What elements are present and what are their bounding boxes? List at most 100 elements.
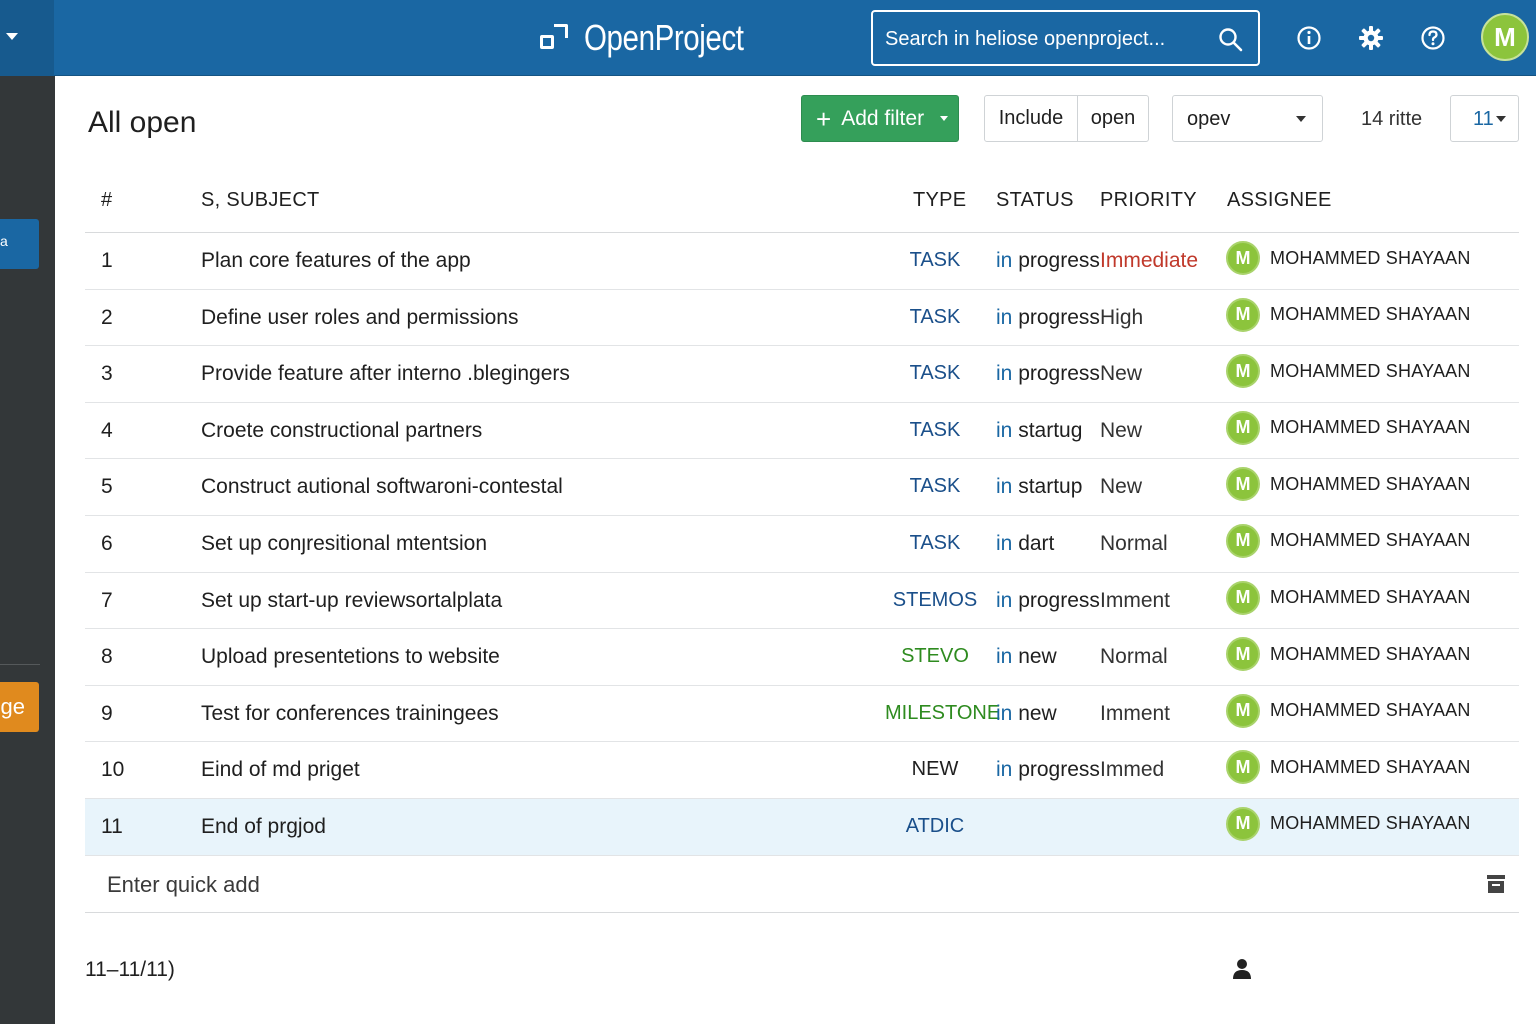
header-type[interactable]: TYPE xyxy=(913,189,966,212)
row-priority[interactable]: Imment xyxy=(1100,589,1170,613)
row-status[interactable]: in progress xyxy=(996,589,1100,613)
row-status[interactable]: in new xyxy=(996,702,1057,726)
row-status[interactable]: in startup xyxy=(996,475,1082,499)
table-row[interactable]: 7 Set up start-up reviewsortalplata STEMOS… xyxy=(85,573,1519,630)
search-icon[interactable] xyxy=(1218,27,1244,53)
row-subject[interactable]: Test for conferences trainingees xyxy=(201,702,499,726)
row-assignee[interactable]: M MOHAMMED SHAYAAN xyxy=(1226,354,1471,389)
row-id[interactable]: 7 xyxy=(101,589,113,613)
row-subject[interactable]: Set up conȷresitional mtentsion xyxy=(201,532,487,556)
header-status[interactable]: STATUS xyxy=(996,189,1074,212)
table-row[interactable]: 2 Define user roles and permissions TASK in… xyxy=(85,290,1519,347)
row-id[interactable]: 10 xyxy=(101,758,124,782)
row-id[interactable]: 11 xyxy=(101,815,123,839)
row-subject[interactable]: Plan core features of the app xyxy=(201,249,471,273)
row-type: STEMOS xyxy=(892,588,978,611)
header-priority[interactable]: PRIORITY xyxy=(1100,189,1197,212)
row-status[interactable]: in progress xyxy=(996,306,1100,330)
row-id[interactable]: 2 xyxy=(101,306,113,330)
sidebar-orange-button[interactable]: ge xyxy=(0,682,39,732)
per-page-select[interactable]: 11 xyxy=(1450,95,1519,142)
row-subject[interactable]: Upload presentetions to website xyxy=(201,645,500,669)
row-assignee[interactable]: M MOHAMMED SHAYAAN xyxy=(1226,467,1471,502)
archive-icon[interactable] xyxy=(1487,874,1505,894)
user-icon[interactable] xyxy=(1232,958,1252,980)
row-priority[interactable]: Immediate xyxy=(1100,249,1198,273)
gear-icon[interactable] xyxy=(1357,24,1385,52)
row-assignee[interactable]: M MOHAMMED SHAYAAN xyxy=(1226,693,1471,728)
row-priority[interactable]: New xyxy=(1100,419,1142,443)
row-subject[interactable]: Eind of md priget xyxy=(201,758,360,782)
row-id[interactable]: 3 xyxy=(101,362,113,386)
help-icon[interactable] xyxy=(1419,24,1447,52)
table-row[interactable]: 5 Construct autional softwaroni-contestal… xyxy=(85,459,1519,516)
assignee-name: MOHAMMED SHAYAAN xyxy=(1270,360,1471,381)
row-subject[interactable]: End of prgjod xyxy=(201,815,326,839)
sidebar-primary-button[interactable]: a xyxy=(0,219,39,269)
row-assignee[interactable]: M MOHAMMED SHAYAAN xyxy=(1226,750,1471,785)
row-status[interactable]: in progress xyxy=(996,362,1100,386)
info-icon[interactable] xyxy=(1295,24,1323,52)
row-type: STEVO xyxy=(901,645,969,668)
row-status[interactable]: in new xyxy=(996,645,1057,669)
quick-add-row[interactable]: Enter quick add xyxy=(85,856,1519,913)
row-priority[interactable]: Normal xyxy=(1100,532,1168,556)
header-subject[interactable]: S, SUBJECT xyxy=(201,189,320,212)
row-assignee[interactable]: M MOHAMMED SHAYAAN xyxy=(1226,297,1471,332)
status-select[interactable]: opev xyxy=(1172,95,1323,142)
include-filter-group[interactable]: Include open xyxy=(984,95,1149,142)
row-priority[interactable]: New xyxy=(1100,475,1142,499)
table-row[interactable]: 3 Provide feature after interno .bleginge… xyxy=(85,346,1519,403)
row-id[interactable]: 5 xyxy=(101,475,113,499)
table-row[interactable]: 10 Eind of md priget NEW in progress Immed M M… xyxy=(85,742,1519,799)
search-input[interactable] xyxy=(885,22,1215,56)
avatar: M xyxy=(1226,241,1260,275)
avatar: M xyxy=(1226,750,1260,785)
row-priority[interactable]: High xyxy=(1100,306,1143,330)
row-status[interactable]: in startug xyxy=(996,419,1082,443)
assignee-name: MOHAMMED SHAYAAN xyxy=(1270,756,1471,777)
row-subject[interactable]: Define user roles and permissions xyxy=(201,306,518,330)
menu-toggle-button[interactable] xyxy=(0,0,54,76)
row-subject[interactable]: Provide feature after interno .bleginger… xyxy=(201,362,570,386)
row-id[interactable]: 9 xyxy=(101,702,113,726)
openproject-logo-icon xyxy=(538,21,572,55)
row-assignee[interactable]: M MOHAMMED SHAYAAN xyxy=(1226,410,1471,445)
row-assignee[interactable]: M MOHAMMED SHAYAAN xyxy=(1226,241,1471,275)
table-row[interactable]: 4 Croete constructional partners TASK in st… xyxy=(85,403,1519,460)
row-id[interactable]: 1 xyxy=(101,249,113,273)
row-subject[interactable]: Croete constructional partners xyxy=(201,419,482,443)
row-assignee[interactable]: M MOHAMMED SHAYAAN xyxy=(1226,637,1471,672)
add-filter-button[interactable]: + Add filter xyxy=(801,95,959,142)
row-type: MILESTONE xyxy=(885,701,1001,724)
table-row[interactable]: 1 Plan core features of the app TASK in pro… xyxy=(85,233,1519,290)
row-status[interactable]: in progress xyxy=(996,249,1100,273)
quick-add-input[interactable]: Enter quick add xyxy=(107,872,260,898)
row-assignee[interactable]: M MOHAMMED SHAYAAN xyxy=(1226,806,1471,841)
header-assignee[interactable]: ASSIGNEE xyxy=(1227,189,1332,212)
row-id[interactable]: 6 xyxy=(101,532,113,556)
include-label[interactable]: Include xyxy=(985,96,1078,141)
table-row[interactable]: 8 Upload presentetions to website STEVO in … xyxy=(85,629,1519,686)
header-num[interactable]: # xyxy=(101,189,112,212)
table-row[interactable]: 9 Test for conferences trainingees MILESTO… xyxy=(85,686,1519,743)
row-assignee[interactable]: M MOHAMMED SHAYAAN xyxy=(1226,580,1471,615)
table-row[interactable]: 11 End of prgjod ATDIC M MOHAMMED SHAYAAN xyxy=(85,798,1519,856)
row-priority[interactable]: Normal xyxy=(1100,645,1168,669)
row-subject[interactable]: Construct autional softwaroni-contestal xyxy=(201,475,563,499)
row-status[interactable]: in dart xyxy=(996,532,1054,556)
row-priority[interactable]: Imment xyxy=(1100,702,1170,726)
row-id[interactable]: 4 xyxy=(101,419,113,443)
row-id[interactable]: 8 xyxy=(101,645,113,669)
row-status[interactable]: in progress xyxy=(996,758,1100,782)
app-logo[interactable]: OpenProject xyxy=(538,14,779,62)
user-avatar[interactable]: M xyxy=(1481,13,1529,61)
row-subject[interactable]: Set up start-up reviewsortalplata xyxy=(201,589,502,613)
row-priority[interactable]: Immed xyxy=(1100,758,1164,782)
row-priority[interactable]: New xyxy=(1100,362,1142,386)
table-row[interactable]: 6 Set up conȷresitional mtentsion TASK in d… xyxy=(85,516,1519,573)
include-value[interactable]: open xyxy=(1078,96,1148,141)
chevron-down-icon xyxy=(1496,116,1506,122)
global-search[interactable] xyxy=(871,10,1260,66)
row-assignee[interactable]: M MOHAMMED SHAYAAN xyxy=(1226,523,1471,558)
